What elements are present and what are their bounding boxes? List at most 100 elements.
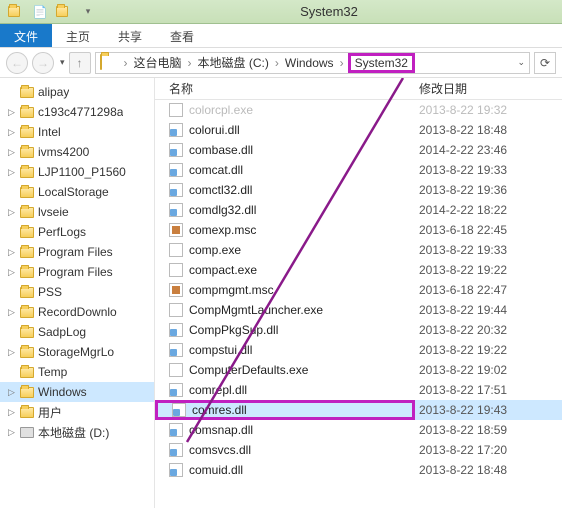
file-row[interactable]: comcat.dll2013-8-22 19:33 — [155, 160, 562, 180]
tab-home[interactable]: 主页 — [52, 24, 104, 47]
file-row[interactable]: ComputerDefaults.exe 2013-8-22 19:02 — [155, 360, 562, 380]
tab-share[interactable]: 共享 — [104, 24, 156, 47]
expander-icon[interactable]: ▷ — [8, 407, 18, 418]
tree-item-label: Program Files — [38, 245, 113, 259]
tree-item[interactable]: ▷ Intel — [0, 122, 154, 142]
file-date: 2013-8-22 19:02 — [415, 363, 562, 377]
msc-file-icon — [169, 223, 183, 237]
file-row[interactable]: comuid.dll2013-8-22 18:48 — [155, 460, 562, 480]
tree-item[interactable]: PerfLogs — [0, 222, 154, 242]
tree-item[interactable]: ▷ 用户 — [0, 402, 154, 422]
file-list: colorcpl.exe2013-8-22 19:32colorui.dll20… — [155, 100, 562, 480]
qat-dropdown-icon[interactable]: ▾ — [80, 4, 96, 20]
file-row[interactable]: comp.exe2013-8-22 19:33 — [155, 240, 562, 260]
refresh-button[interactable]: ⟳ — [534, 52, 556, 74]
folder-icon — [20, 347, 34, 358]
chevron-right-icon[interactable]: › — [340, 56, 344, 70]
file-row[interactable]: comsnap.dll2013-8-22 18:59 — [155, 420, 562, 440]
file-name: compact.exe — [189, 263, 257, 277]
tree-item[interactable]: ▷RecordDownlo — [0, 302, 154, 322]
file-row[interactable]: combase.dll2014-2-22 23:46 — [155, 140, 562, 160]
back-button[interactable]: ← — [6, 52, 28, 74]
tree-item[interactable]: LocalStorage — [0, 182, 154, 202]
tree-item-label: alipay — [38, 85, 69, 99]
file-row[interactable]: comexp.msc2013-6-18 22:45 — [155, 220, 562, 240]
tree-item[interactable]: ▷LJP1100_P1560 — [0, 162, 154, 182]
properties-qat-icon[interactable]: 📄 — [32, 4, 48, 20]
tree-item[interactable]: SadpLog — [0, 322, 154, 342]
crumb-windows[interactable]: Windows — [283, 56, 336, 70]
expander-icon[interactable]: ▷ — [8, 167, 18, 178]
history-dropdown-icon[interactable]: ▾ — [60, 57, 65, 68]
file-date: 2013-8-22 17:20 — [415, 443, 562, 457]
file-row[interactable]: comres.dll2013-8-22 19:43 — [155, 400, 562, 420]
up-button[interactable]: ↑ — [69, 52, 91, 74]
file-date: 2013-6-18 22:47 — [415, 283, 562, 297]
expander-icon[interactable]: ▷ — [8, 247, 18, 258]
tree-item[interactable]: ▷ StorageMgrLo — [0, 342, 154, 362]
dll-file-icon — [169, 143, 183, 157]
expander-icon[interactable]: ▷ — [8, 147, 18, 158]
tab-file[interactable]: 文件 — [0, 24, 52, 47]
expander-icon[interactable]: ▷ — [8, 387, 18, 398]
file-date: 2013-6-18 22:45 — [415, 223, 562, 237]
crumb-computer[interactable]: 这台电脑 — [132, 54, 184, 71]
tree-item[interactable]: ▷ivms4200 — [0, 142, 154, 162]
tree-item[interactable]: ▷Program Files — [0, 262, 154, 282]
folder-icon — [20, 407, 34, 418]
file-row[interactable]: CompMgmtLauncher.exe2013-8-22 19:44 — [155, 300, 562, 320]
file-row[interactable]: CompPkgSup.dll2013-8-22 20:32 — [155, 320, 562, 340]
tree-item-label: lvseie — [38, 205, 69, 219]
column-date[interactable]: 修改日期 — [415, 80, 562, 97]
file-row[interactable]: comctl32.dll2013-8-22 19:36 — [155, 180, 562, 200]
file-row[interactable]: colorui.dll2013-8-22 18:48 — [155, 120, 562, 140]
exe-file-icon — [169, 363, 183, 377]
crumb-system32[interactable]: System32 — [348, 53, 415, 73]
tree-item-label: Intel — [38, 125, 61, 139]
breadcrumb-dropdown-icon[interactable]: ⌄ — [517, 57, 525, 68]
file-row[interactable]: compact.exe 2013-8-22 19:22 — [155, 260, 562, 280]
forward-button[interactable]: → — [32, 52, 54, 74]
file-row[interactable]: compmgmt.msc2013-6-18 22:47 — [155, 280, 562, 300]
folder-qat-icon[interactable] — [8, 4, 24, 20]
tree-item-label: StorageMgrLo — [38, 345, 114, 359]
expander-icon[interactable]: ▷ — [8, 347, 18, 358]
expander-icon[interactable]: ▷ — [8, 267, 18, 278]
file-date: 2013-8-22 18:48 — [415, 463, 562, 477]
file-date: 2013-8-22 18:48 — [415, 123, 562, 137]
msc-file-icon — [169, 283, 183, 297]
tree-item-label: 用户 — [38, 404, 62, 421]
tree-item[interactable]: ▷Windows — [0, 382, 154, 402]
tree-item[interactable]: ▷c193c4771298a — [0, 102, 154, 122]
folder-icon — [20, 267, 34, 278]
tab-view[interactable]: 查看 — [156, 24, 208, 47]
file-row[interactable]: comdlg32.dll2014-2-22 18:22 — [155, 200, 562, 220]
tree-item[interactable]: Temp — [0, 362, 154, 382]
expander-icon[interactable]: ▷ — [8, 127, 18, 138]
drive-icon — [20, 427, 34, 438]
tree-item[interactable]: alipay — [0, 82, 154, 102]
file-row[interactable]: compstui.dll2013-8-22 19:22 — [155, 340, 562, 360]
chevron-right-icon[interactable]: › — [275, 56, 279, 70]
address-bar: ← → ▾ ↑ › 这台电脑 › 本地磁盘 (C:) › Windows › S… — [0, 48, 562, 78]
column-name[interactable]: 名称 — [155, 80, 415, 97]
open-qat-icon[interactable] — [56, 4, 72, 20]
tree-item[interactable]: ▷ Program Files — [0, 242, 154, 262]
file-row[interactable]: colorcpl.exe2013-8-22 19:32 — [155, 100, 562, 120]
crumb-drive-c[interactable]: 本地磁盘 (C:) — [196, 54, 271, 71]
breadcrumb[interactable]: › 这台电脑 › 本地磁盘 (C:) › Windows › System32 … — [95, 52, 530, 74]
dll-file-icon — [169, 183, 183, 197]
expander-icon[interactable]: ▷ — [8, 107, 18, 118]
chevron-right-icon[interactable]: › — [124, 56, 128, 70]
file-row[interactable]: comrepl.dll2013-8-22 17:51 — [155, 380, 562, 400]
expander-icon[interactable]: ▷ — [8, 427, 18, 438]
chevron-right-icon[interactable]: › — [188, 56, 192, 70]
tree-item[interactable]: PSS — [0, 282, 154, 302]
file-name: ComputerDefaults.exe — [189, 363, 308, 377]
expander-icon[interactable]: ▷ — [8, 207, 18, 218]
file-row[interactable]: comsvcs.dll2013-8-22 17:20 — [155, 440, 562, 460]
tree-item[interactable]: ▷本地磁盘 (D:) — [0, 422, 154, 442]
file-date: 2013-8-22 19:22 — [415, 263, 562, 277]
expander-icon[interactable]: ▷ — [8, 307, 18, 318]
tree-item[interactable]: ▷ lvseie — [0, 202, 154, 222]
